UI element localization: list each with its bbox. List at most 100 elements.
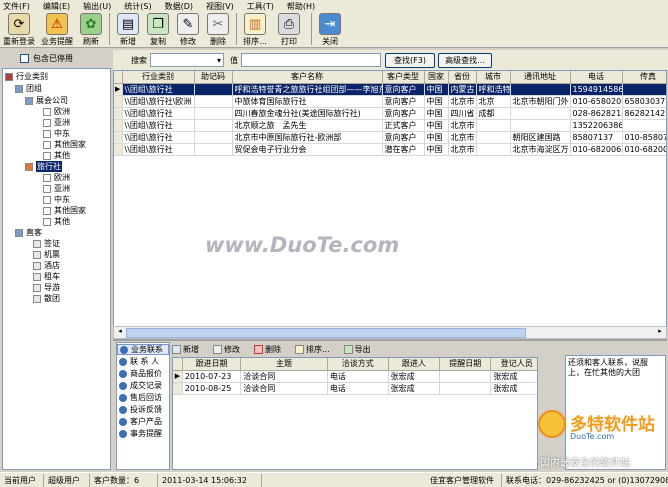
close-button[interactable]: ⇥ 关闭 — [315, 13, 345, 47]
column-header[interactable]: 通讯地址 — [510, 71, 571, 84]
scrollbar-thumb[interactable] — [126, 328, 526, 338]
tree-node-car[interactable]: 租车 — [33, 271, 60, 282]
new-button[interactable]: ▤ 新增 — [113, 13, 143, 47]
table-row[interactable]: \\团组\旅行社 北京市中原国际旅行社-欧洲部 意向客户 中国 北京市 朝阳区建… — [114, 131, 666, 144]
sub-delete-button[interactable]: 删除 — [254, 344, 281, 355]
menu-stats[interactable]: 统计(S) — [124, 1, 151, 12]
tree-node-hotel[interactable]: 酒店 — [33, 260, 60, 271]
table-row[interactable]: ▶ \\团组\旅行社 呼和浩特誉青之旅旅行社组团部——李旭东 意向客户 中国 内… — [114, 83, 666, 96]
table-row[interactable]: \\团组\旅行社 北京顺之旅 孟先生 正式客户 中国 北京市 135220638… — [114, 119, 666, 132]
column-header[interactable]: 传真 — [622, 71, 666, 84]
tree-node-loose[interactable]: 散团 — [33, 293, 60, 304]
menu-file[interactable]: 文件(F) — [3, 1, 30, 12]
menu-view[interactable]: 视图(V) — [206, 1, 234, 12]
sub-new-button[interactable]: 新增 — [172, 344, 199, 355]
reminder-icon: ⚠ — [46, 13, 68, 35]
tree-node-ticket[interactable]: 机票 — [33, 249, 60, 260]
table-cell: 85807137 — [570, 131, 623, 144]
panel-splitter[interactable] — [113, 339, 667, 341]
menu-data[interactable]: 数据(D) — [165, 1, 193, 12]
table-cell: 正式客户 — [382, 119, 425, 132]
menu-tools[interactable]: 工具(T) — [247, 1, 274, 12]
relogin-button[interactable]: ⟳ 重新登录 — [0, 13, 38, 47]
search-field-select[interactable]: ▾ — [150, 53, 224, 67]
copy-button[interactable]: ❐ 复制 — [143, 13, 173, 47]
edit-icon — [213, 344, 222, 354]
sort-button[interactable]: ▥ 排序... — [240, 13, 270, 47]
tab-quotes[interactable]: 商品报价 — [117, 368, 169, 379]
tree-node-other-2[interactable]: 其他 — [43, 216, 70, 227]
search-value-input[interactable] — [241, 53, 381, 67]
tree-node-mideast[interactable]: 中东 — [43, 128, 70, 139]
leaf-icon — [33, 261, 41, 270]
tree-node-guide[interactable]: 导游 — [33, 282, 60, 293]
column-header[interactable]: 国家 — [424, 71, 449, 84]
column-header[interactable]: 跟进日期 — [182, 358, 242, 371]
tab-business-contact[interactable]: 业务联系 — [117, 344, 169, 355]
tree-node-asia[interactable]: 亚洲 — [43, 117, 70, 128]
tab-deals[interactable]: 成交记录 — [117, 380, 169, 391]
menu-help[interactable]: 帮助(H) — [287, 1, 315, 12]
horizontal-scrollbar[interactable]: ◂ ▸ — [113, 326, 667, 339]
tab-products[interactable]: 客户产品 — [117, 416, 169, 427]
column-header[interactable]: 登记人员 — [490, 358, 537, 371]
delete-button[interactable]: ✂ 删除 — [203, 13, 233, 47]
advanced-find-button[interactable]: 高级查找... — [438, 52, 492, 68]
table-row[interactable]: \\团组\旅行社 四川春旅金魂分社(美途国际旅行社) 意向客户 中国 四川省 成… — [114, 107, 666, 120]
product-icon — [119, 417, 127, 426]
scroll-left-icon[interactable]: ◂ — [114, 327, 126, 338]
tab-contacts[interactable]: 联 系 人 — [117, 356, 169, 367]
column-header[interactable]: 洽谈方式 — [327, 358, 389, 371]
tree-node-visa[interactable]: 签证 — [33, 238, 60, 249]
customer-table: 行业类别 助记码 客户名称 客户类型 国家 省份 城市 通讯地址 电话 传真 ▶… — [114, 71, 666, 156]
table-cell: 内蒙古 — [448, 83, 477, 96]
checkbox-box[interactable] — [20, 53, 29, 63]
sub-edit-button[interactable]: 修改 — [213, 344, 240, 355]
show-disabled-checkbox[interactable]: 包含已停用 — [2, 51, 112, 65]
sub-sort-button[interactable]: 排序... — [295, 344, 330, 355]
table-cell: 朝阳区建国路 — [510, 131, 571, 144]
tree-node-other-country-2[interactable]: 其他国家 — [43, 205, 86, 216]
status-customer-count: 客户数量：6 — [90, 473, 158, 487]
reminder-button[interactable]: ⚠ 业务提醒 — [38, 13, 76, 47]
tree-node-direct[interactable]: 直客 — [15, 227, 42, 238]
print-button[interactable]: ⎙ 打印 — [270, 13, 308, 47]
scroll-right-icon[interactable]: ▸ — [654, 327, 666, 338]
column-header[interactable]: 提醒日期 — [439, 358, 492, 371]
column-header[interactable]: 客户类型 — [382, 71, 425, 84]
tree-node-asia-2[interactable]: 亚洲 — [43, 183, 70, 194]
column-header[interactable]: 客户名称 — [232, 71, 383, 84]
tree-node-expo[interactable]: 展会公司 — [25, 95, 68, 106]
column-header[interactable]: 主题 — [240, 358, 328, 371]
edit-button[interactable]: ✎ 修改 — [173, 13, 203, 47]
table-row[interactable]: \\团组\旅行社 贸促会电子行业分会 潜在客户 中国 北京市 北京市海淀区万 0… — [114, 143, 666, 156]
tab-reminders[interactable]: 事务提醒 — [117, 428, 169, 439]
tree-node-other[interactable]: 其他 — [43, 150, 70, 161]
column-header[interactable]: 行业类别 — [122, 71, 195, 84]
table-row[interactable]: \\团组\旅行社\欧洲 中旅体育国际旅行社 意向客户 中国 北京市 北京 北京市… — [114, 95, 666, 108]
refresh-button[interactable]: ✿ 刷新 — [76, 13, 106, 47]
column-header[interactable]: 助记码 — [194, 71, 233, 84]
column-header[interactable]: 城市 — [476, 71, 511, 84]
sub-export-button[interactable]: 导出 — [343, 344, 371, 355]
table-row[interactable]: 2010-08-25 洽谈合同 电话 张宏成 张宏成 — [173, 382, 537, 395]
table-row[interactable]: ▶ 2010-07-23 洽谈合同 电话 张宏成 张宏成 — [173, 370, 537, 383]
tree-node-travel-agency[interactable]: 旅行社 — [25, 161, 62, 172]
tree-node-group[interactable]: 团组 — [15, 83, 42, 94]
column-header[interactable]: 电话 — [570, 71, 623, 84]
detail-tabs: 业务联系 联 系 人 商品报价 成交记录 售后回访 投诉反馈 客户产品 事务提醒 — [116, 342, 170, 470]
tree-node-root[interactable]: 行业类别 — [5, 71, 48, 82]
table-cell — [510, 119, 571, 132]
tab-followup[interactable]: 售后回访 — [117, 392, 169, 403]
tab-complaints[interactable]: 投诉反馈 — [117, 404, 169, 415]
tree-node-europe-2[interactable]: 欧洲 — [43, 172, 70, 183]
menu-output[interactable]: 输出(U) — [83, 1, 111, 12]
column-header[interactable]: 省份 — [448, 71, 477, 84]
tree-node-europe[interactable]: 欧洲 — [43, 106, 70, 117]
tree-node-other-country[interactable]: 其他国家 — [43, 139, 86, 150]
column-header[interactable]: 跟进人 — [388, 358, 441, 371]
find-button[interactable]: 查找(F3) — [385, 52, 435, 68]
table-cell: 张宏成 — [388, 370, 441, 383]
tree-node-mideast-2[interactable]: 中东 — [43, 194, 70, 205]
menu-edit[interactable]: 编辑(E) — [43, 1, 70, 12]
